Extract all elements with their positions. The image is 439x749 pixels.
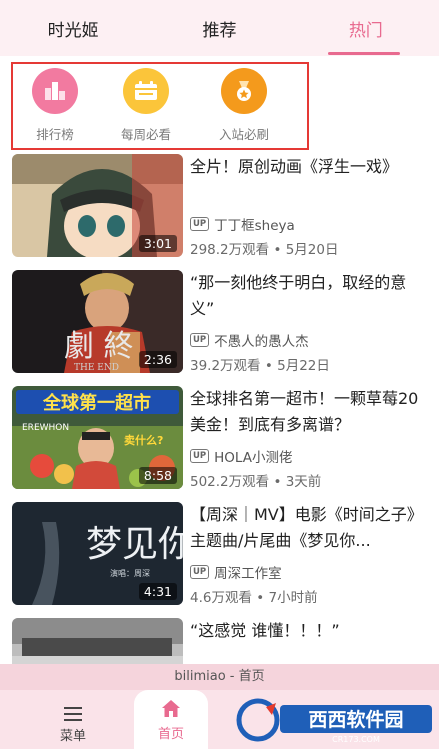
up-tag-icon: UP xyxy=(190,565,210,579)
medal-icon xyxy=(221,68,267,114)
video-item[interactable]: 全球第一超市 EREWHON 卖什么? 8:58 全球排名第一超市！一颗草莓20… xyxy=(0,382,439,490)
shortcut-ranking[interactable]: 排行榜 xyxy=(13,64,97,146)
home-label: 首页 xyxy=(157,727,184,742)
video-uploader-row[interactable]: UP HOLA小测佬 xyxy=(190,446,430,466)
video-uploader[interactable]: HOLA小测佬 xyxy=(214,446,292,466)
video-uploader[interactable]: 不愚人的愚人杰 xyxy=(214,330,309,350)
ranking-icon xyxy=(32,68,78,114)
video-title[interactable]: 全球排名第一超市！一颗草莓20美金！到底有多离谱？ xyxy=(190,386,426,438)
thumb-subcaption: 卖什么? xyxy=(124,433,163,447)
tab-popular[interactable]: 热门 xyxy=(293,0,439,56)
video-uploader-row[interactable]: UP 不愚人的愚人杰 xyxy=(190,330,430,350)
video-item[interactable]: 3:01 全片！原创动画《浮生一戏》 UP 丁丁框sheya 298.2万观看 … xyxy=(0,150,439,258)
video-item[interactable]: 梦见你 演唱：周深 4:31 【周深｜MV】电影《时间之子》主题曲/片尾曲《梦见… xyxy=(0,498,439,606)
thumb-caption: 梦见你 xyxy=(86,524,183,565)
shortcut-row: 排行榜 每周必看 入站必刷 xyxy=(0,56,439,150)
video-item[interactable]: “这感觉 谁懂！！！” xyxy=(0,614,439,664)
video-duration: 2:36 xyxy=(138,351,177,368)
video-uploader[interactable]: 丁丁框sheya xyxy=(214,214,295,234)
video-meta: 39.2万观看 • 5月22日 xyxy=(190,358,330,374)
thumb-caption: 劇 終 xyxy=(64,329,134,364)
video-list: 3:01 全片！原创动画《浮生一戏》 UP 丁丁框sheya 298.2万观看 … xyxy=(0,150,439,664)
watermark-brand: 西西软件园 xyxy=(308,708,403,731)
up-tag-icon: UP xyxy=(190,333,210,347)
weekly-calendar-icon xyxy=(123,68,169,114)
video-title[interactable]: 【周深｜MV】电影《时间之子》主题曲/片尾曲《梦见你... xyxy=(190,502,426,554)
video-uploader-row[interactable]: UP 周深工作室 xyxy=(190,562,430,582)
video-title[interactable]: 全片！原创动画《浮生一戏》 xyxy=(190,154,426,180)
page-caption: bilimiao - 首页 xyxy=(0,664,439,690)
menu-button[interactable]: 菜单 xyxy=(34,695,112,745)
top-tab-bar: 时光姬 推荐 热门 xyxy=(0,0,439,56)
thumb-subcaption: 演唱：周深 xyxy=(110,568,150,578)
video-duration: 4:31 xyxy=(138,583,177,600)
thumb-store: EREWHON xyxy=(22,423,69,433)
video-duration: 8:58 xyxy=(138,467,177,484)
thumb-caption: 全球第一超市 xyxy=(42,392,151,414)
menu-icon xyxy=(64,707,82,725)
video-duration: 3:01 xyxy=(138,235,177,252)
shortcut-label: 排行榜 xyxy=(36,127,74,142)
video-meta: 4.6万观看 • 7小时前 xyxy=(190,590,318,606)
up-tag-icon: UP xyxy=(190,449,210,463)
video-title[interactable]: “那一刻他终于明白，取经的意义” xyxy=(190,270,426,322)
video-meta: 298.2万观看 • 5月20日 xyxy=(190,242,339,258)
home-button[interactable]: 首页 xyxy=(134,690,208,749)
watermark-site: CR173.COM xyxy=(332,735,380,744)
shortcut-label: 入站必刷 xyxy=(218,127,269,142)
watermark-logo: 西西软件园 CR173.COM xyxy=(236,693,436,745)
video-uploader-row[interactable]: UP 丁丁框sheya xyxy=(190,214,430,234)
video-meta: 502.2万观看 • 3天前 xyxy=(190,474,322,490)
home-icon xyxy=(162,700,180,717)
tab-recommend[interactable]: 推荐 xyxy=(146,0,292,56)
active-tab-indicator xyxy=(328,52,400,55)
video-title[interactable]: “这感觉 谁懂！！！” xyxy=(190,618,426,644)
shortcut-label: 每周必看 xyxy=(120,127,171,142)
menu-label: 菜单 xyxy=(59,729,86,744)
video-thumbnail[interactable]: 梦见你 演唱：周深 4:31 xyxy=(12,502,183,605)
video-item[interactable]: 劇 終 THE END 2:36 “那一刻他终于明白，取经的意义” UP 不愚人… xyxy=(0,266,439,374)
shortcut-weekly[interactable]: 每周必看 xyxy=(104,64,188,146)
video-thumbnail[interactable] xyxy=(12,618,183,664)
video-thumbnail[interactable]: 劇 終 THE END 2:36 xyxy=(12,270,183,373)
shortcut-must-watch[interactable]: 入站必刷 xyxy=(202,64,286,146)
video-thumbnail[interactable]: 全球第一超市 EREWHON 卖什么? 8:58 xyxy=(12,386,183,489)
tab-shiguangji[interactable]: 时光姬 xyxy=(0,0,146,56)
video-uploader[interactable]: 周深工作室 xyxy=(214,562,282,582)
up-tag-icon: UP xyxy=(190,217,210,231)
video-thumbnail[interactable]: 3:01 xyxy=(12,154,183,257)
thumb-subcaption: THE END xyxy=(74,363,119,373)
